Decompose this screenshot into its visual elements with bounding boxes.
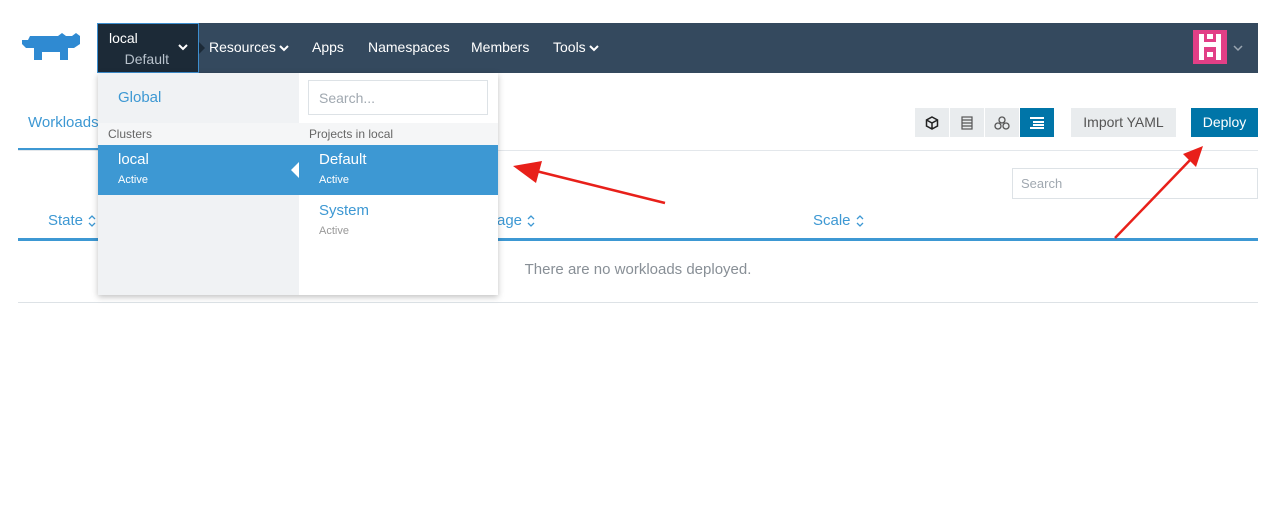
- cluster-item-status: Active: [118, 174, 148, 186]
- rancher-logo-icon[interactable]: [18, 30, 86, 68]
- nav-tools-label: Tools: [553, 39, 586, 55]
- cluster-project-switcher[interactable]: local Default: [97, 23, 199, 73]
- view-list-button[interactable]: [950, 108, 984, 137]
- project-item-name: Default: [319, 151, 367, 168]
- top-navbar: local Default Resources Apps Namespaces …: [97, 23, 1258, 73]
- nav-apps[interactable]: Apps: [312, 39, 344, 55]
- list-rows-icon: [961, 115, 973, 130]
- tab-workloads[interactable]: Workloads: [28, 114, 99, 131]
- column-header-image-label: age: [497, 212, 523, 229]
- user-avatar-icon[interactable]: [1193, 30, 1227, 64]
- cube-icon: [925, 115, 939, 130]
- projects-section-header: Projects in local: [299, 123, 498, 145]
- column-header-scale-label: Scale: [813, 212, 851, 229]
- current-project: Default: [124, 51, 169, 67]
- clusters-section-header: Clusters: [98, 123, 299, 145]
- project-item-name: System: [319, 202, 370, 219]
- grouped-list-icon: [1030, 116, 1044, 129]
- column-header-state-label: State: [48, 212, 84, 229]
- column-header-image[interactable]: age: [497, 212, 536, 229]
- sort-icon: [527, 215, 535, 227]
- selection-caret: [291, 162, 299, 178]
- sort-icon: [88, 215, 96, 227]
- global-link[interactable]: Global: [118, 89, 161, 106]
- divider: [18, 302, 1258, 303]
- chevron-down-icon[interactable]: [1232, 43, 1244, 53]
- view-grouped-button[interactable]: [1020, 108, 1054, 137]
- nav-namespaces[interactable]: Namespaces: [368, 39, 450, 55]
- nav-resources-label: Resources: [209, 39, 276, 55]
- nav-members[interactable]: Members: [471, 39, 529, 55]
- dropdown-search-input[interactable]: [309, 81, 487, 114]
- projects-pane: Projects in local Default Active System …: [299, 73, 498, 295]
- sort-icon: [856, 215, 863, 227]
- nav-tools[interactable]: Tools: [553, 39, 599, 55]
- nav-resources[interactable]: Resources: [209, 39, 289, 55]
- search-box[interactable]: [1012, 168, 1258, 199]
- current-cluster: local: [109, 30, 138, 46]
- dropdown-search-box[interactable]: [308, 80, 488, 115]
- view-flat-button[interactable]: [915, 108, 949, 137]
- search-input[interactable]: [1013, 169, 1257, 198]
- project-item-system[interactable]: System Active: [299, 196, 498, 246]
- column-header-scale[interactable]: Scale: [813, 212, 865, 229]
- project-item-default[interactable]: Default Active: [299, 145, 498, 195]
- project-item-status: Active: [319, 174, 349, 186]
- chevron-down-icon: [279, 45, 289, 52]
- nodes-icon: [994, 115, 1010, 130]
- cluster-item-local[interactable]: local Active: [98, 145, 299, 195]
- view-nodes-button[interactable]: [985, 108, 1019, 137]
- column-header-state[interactable]: State: [48, 212, 97, 229]
- chevron-down-icon: [588, 45, 599, 52]
- cluster-item-name: local: [118, 151, 149, 168]
- arrow-to-default-project: [513, 161, 666, 205]
- switcher-pointer: [199, 42, 205, 54]
- deploy-button[interactable]: Deploy: [1191, 108, 1258, 137]
- page: local Default Resources Apps Namespaces …: [0, 0, 1269, 527]
- chevron-down-icon: [178, 44, 188, 51]
- import-yaml-button[interactable]: Import YAML: [1071, 108, 1176, 137]
- cluster-project-dropdown: Global Clusters local Active Projects in…: [98, 73, 498, 295]
- clusters-pane: Global Clusters local Active: [98, 73, 299, 295]
- project-item-status: Active: [319, 225, 349, 237]
